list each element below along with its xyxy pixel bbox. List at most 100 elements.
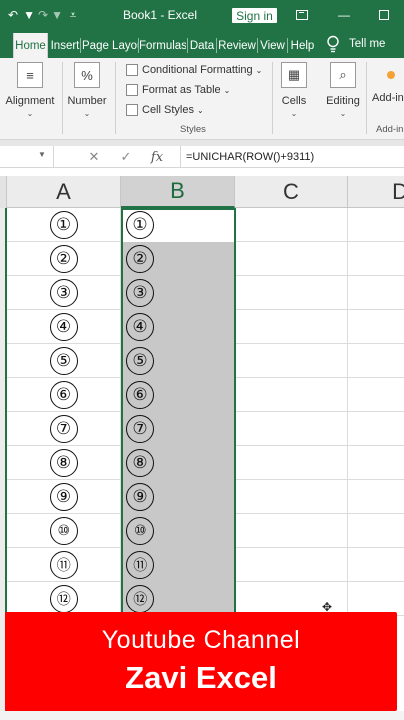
- tab-page-layout[interactable]: Page Layout: [82, 33, 138, 58]
- column-header-d[interactable]: D: [348, 176, 404, 208]
- cell-a7[interactable]: ⑦: [7, 412, 121, 446]
- cells-button[interactable]: ▦ Cells ⌄: [278, 62, 310, 118]
- tab-review[interactable]: Review: [218, 33, 256, 58]
- cell-b3[interactable]: ③: [121, 276, 235, 310]
- cell-d7[interactable]: [348, 412, 404, 446]
- redo-icon[interactable]: ↷: [34, 0, 52, 30]
- cell-d8[interactable]: [348, 446, 404, 480]
- cell-b4[interactable]: ④: [121, 310, 235, 344]
- styles-group-label: Styles: [180, 124, 206, 135]
- name-box[interactable]: ▼: [0, 146, 54, 167]
- cell-a5[interactable]: ⑤: [7, 344, 121, 378]
- chevron-down-icon: ⌄: [255, 65, 263, 75]
- cell-b12[interactable]: ⑫: [121, 582, 235, 616]
- cell-a10[interactable]: ⑩: [7, 514, 121, 548]
- column-header-a[interactable]: A: [7, 176, 121, 208]
- add-ins-button[interactable]: Add-ins: [372, 92, 404, 104]
- table-row: ② ②: [7, 242, 404, 276]
- sign-in-button[interactable]: Sign in: [232, 8, 277, 23]
- ribbon: ≡ Alignment ⌄ % Number ⌄ Conditional For…: [0, 58, 404, 140]
- formula-input[interactable]: =UNICHAR(ROW()+9311): [180, 146, 314, 167]
- format-as-table-icon: [126, 84, 138, 96]
- cell-d5[interactable]: [348, 344, 404, 378]
- cell-a6[interactable]: ⑥: [7, 378, 121, 412]
- cell-c2[interactable]: [235, 242, 348, 276]
- cell-value: ①: [49, 211, 78, 239]
- cell-b11[interactable]: ⑪: [121, 548, 235, 582]
- tell-me-search[interactable]: Tell me: [349, 33, 385, 55]
- cell-c11[interactable]: [235, 548, 348, 582]
- lightbulb-icon[interactable]: [326, 35, 340, 53]
- tab-formulas[interactable]: Formulas: [140, 33, 186, 58]
- number-button[interactable]: % Number ⌄: [66, 62, 108, 118]
- cell-c6[interactable]: [235, 378, 348, 412]
- tab-data[interactable]: Data: [189, 33, 215, 58]
- cell-styles-icon: [126, 104, 138, 116]
- column-header-c[interactable]: C: [235, 176, 348, 208]
- cell-b7[interactable]: ⑦: [121, 412, 235, 446]
- editing-button[interactable]: ⌕ Editing ⌄: [324, 62, 362, 118]
- maximize-icon[interactable]: [374, 0, 394, 30]
- cell-b1[interactable]: ①: [121, 208, 235, 242]
- cell-d2[interactable]: [348, 242, 404, 276]
- cell-c1[interactable]: [235, 208, 348, 242]
- column-header-b[interactable]: B: [121, 176, 235, 208]
- cell-a1[interactable]: ①: [7, 208, 121, 242]
- cell-c8[interactable]: [235, 446, 348, 480]
- cell-value: ①: [126, 211, 154, 239]
- cell-a8[interactable]: ⑧: [7, 446, 121, 480]
- redo-dropdown-icon[interactable]: ▼: [51, 0, 63, 30]
- cell-d10[interactable]: [348, 514, 404, 548]
- insert-function-icon[interactable]: fx: [146, 148, 168, 166]
- cell-value: ⑧: [126, 449, 154, 477]
- minimize-icon[interactable]: —: [334, 0, 354, 30]
- cell-b6[interactable]: ⑥: [121, 378, 235, 412]
- cell-d11[interactable]: [348, 548, 404, 582]
- cell-c5[interactable]: [235, 344, 348, 378]
- cell-d6[interactable]: [348, 378, 404, 412]
- cell-a12[interactable]: ⑫: [7, 582, 121, 616]
- cell-b2[interactable]: ②: [121, 242, 235, 276]
- editing-label: Editing: [326, 95, 360, 107]
- format-as-table-button[interactable]: Format as Table ⌄: [126, 82, 230, 98]
- cell-c4[interactable]: [235, 310, 348, 344]
- tab-home[interactable]: Home: [13, 33, 48, 58]
- cell-d12[interactable]: [348, 582, 404, 616]
- cell-c9[interactable]: [235, 480, 348, 514]
- cell-d9[interactable]: [348, 480, 404, 514]
- tab-help[interactable]: Help: [289, 33, 316, 58]
- cell-a9[interactable]: ⑨: [7, 480, 121, 514]
- select-all-corner[interactable]: [0, 176, 7, 208]
- cell-c7[interactable]: [235, 412, 348, 446]
- ribbon-separator: [62, 62, 63, 134]
- customize-qat-icon[interactable]: ⩡: [64, 0, 82, 30]
- cell-c3[interactable]: [235, 276, 348, 310]
- cell-value: ⑪: [126, 551, 154, 579]
- undo-dropdown-icon[interactable]: ▼: [23, 0, 35, 30]
- cell-b5[interactable]: ⑤: [121, 344, 235, 378]
- alignment-button[interactable]: ≡ Alignment ⌄: [5, 62, 55, 118]
- cell-d3[interactable]: [348, 276, 404, 310]
- cell-d1[interactable]: [348, 208, 404, 242]
- ribbon-display-icon[interactable]: [292, 0, 312, 30]
- cell-b9[interactable]: ⑨: [121, 480, 235, 514]
- table-row: ⑤ ⑤: [7, 344, 404, 378]
- cell-a11[interactable]: ⑪: [7, 548, 121, 582]
- enter-icon[interactable]: ✓: [116, 148, 136, 166]
- cell-a3[interactable]: ③: [7, 276, 121, 310]
- cell-a2[interactable]: ②: [7, 242, 121, 276]
- cell-b10[interactable]: ⑩: [121, 514, 235, 548]
- cancel-icon[interactable]: ✕: [84, 148, 104, 166]
- ribbon-separator: [115, 62, 116, 134]
- chevron-down-icon: ⌄: [223, 85, 231, 95]
- tab-insert[interactable]: Insert: [50, 33, 80, 58]
- tab-view[interactable]: View: [259, 33, 286, 58]
- cell-a4[interactable]: ④: [7, 310, 121, 344]
- cell-styles-button[interactable]: Cell Styles ⌄: [126, 102, 204, 118]
- cells-icon: ▦: [281, 62, 307, 88]
- conditional-formatting-button[interactable]: Conditional Formatting ⌄: [126, 62, 262, 78]
- cell-c10[interactable]: [235, 514, 348, 548]
- chevron-down-icon[interactable]: ▼: [38, 150, 46, 159]
- cell-b8[interactable]: ⑧: [121, 446, 235, 480]
- cell-d4[interactable]: [348, 310, 404, 344]
